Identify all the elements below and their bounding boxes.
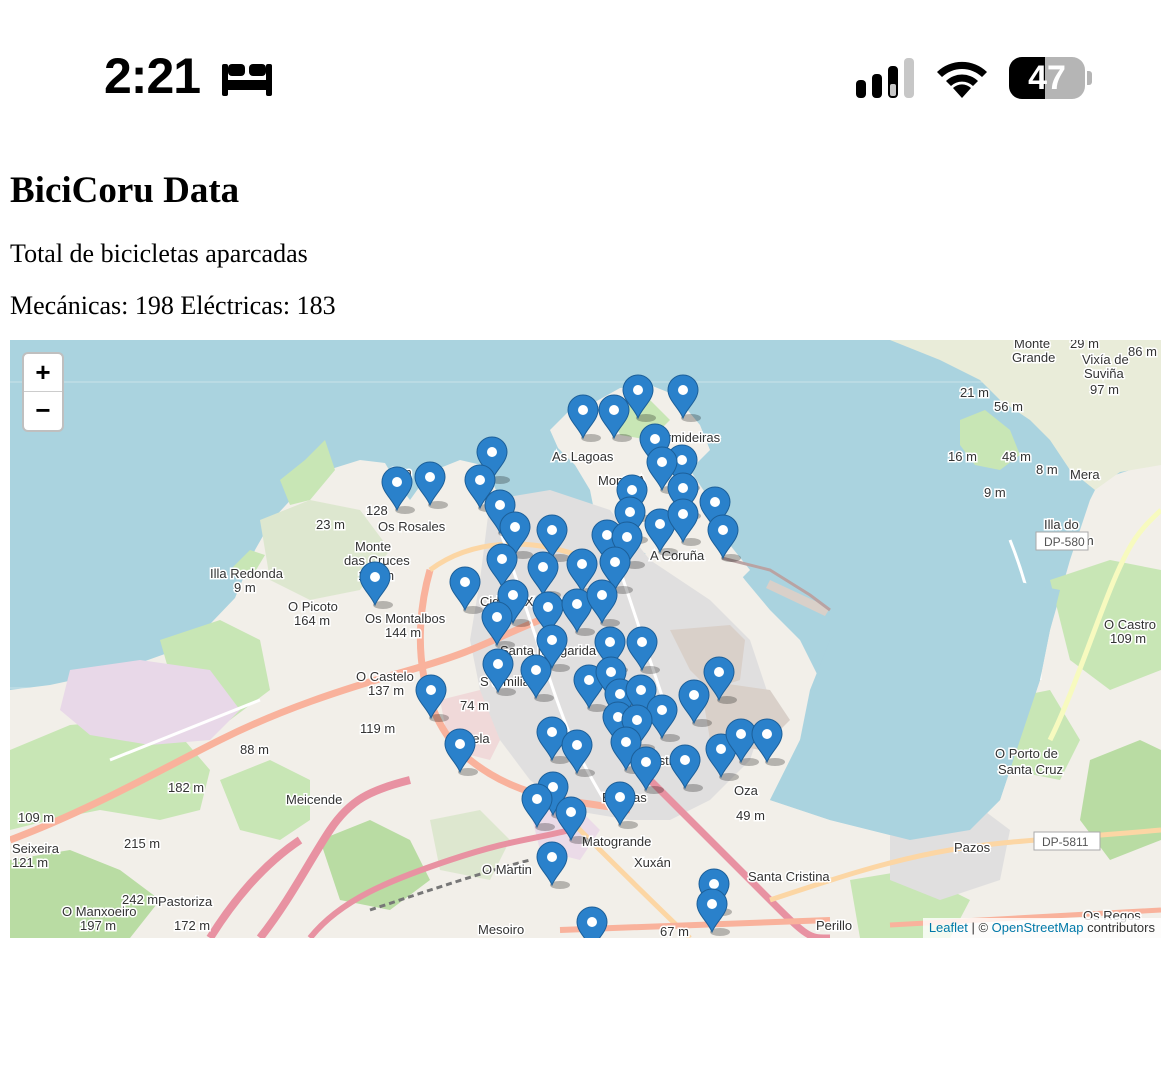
station-marker[interactable] xyxy=(444,728,478,776)
station-marker[interactable] xyxy=(449,566,483,614)
page-title: BiciCoru Data xyxy=(10,170,240,211)
map[interactable]: Durmideiras As Lagoas Monte A Os Rosales… xyxy=(10,340,1161,938)
station-marker[interactable] xyxy=(586,579,620,627)
electric-label: Eléctricas: xyxy=(180,291,291,320)
mechanical-count: 198 xyxy=(134,291,174,320)
station-marker[interactable] xyxy=(381,466,415,514)
station-marker[interactable] xyxy=(667,498,701,546)
osm-link[interactable]: OpenStreetMap xyxy=(992,920,1084,935)
station-marker[interactable] xyxy=(414,461,448,509)
battery-level: 47 xyxy=(1028,59,1066,97)
status-time: 2:21 xyxy=(104,48,201,104)
attribution-suffix: contributors xyxy=(1083,920,1155,935)
station-marker[interactable] xyxy=(482,648,516,696)
station-marker[interactable] xyxy=(536,841,570,889)
subtitle: Total de bicicletas aparcadas xyxy=(10,239,308,268)
station-marker[interactable] xyxy=(415,674,449,722)
station-marker[interactable] xyxy=(707,514,741,562)
station-marker[interactable] xyxy=(481,601,515,649)
station-marker[interactable] xyxy=(667,374,701,422)
zoom-in-button[interactable]: + xyxy=(24,354,62,392)
station-marker[interactable] xyxy=(598,394,632,442)
wifi-icon xyxy=(937,61,987,98)
zoom-control: + − xyxy=(22,352,64,432)
battery-indicator: 47 xyxy=(1009,57,1085,99)
station-marker[interactable] xyxy=(567,394,601,442)
mechanical-label: Mecánicas: xyxy=(10,291,129,320)
station-marker[interactable] xyxy=(630,746,664,794)
station-marker[interactable] xyxy=(561,729,595,777)
station-marker[interactable] xyxy=(604,781,638,829)
leaflet-link[interactable]: Leaflet xyxy=(929,920,968,935)
bed-icon xyxy=(222,64,272,96)
attribution-separator: | © xyxy=(967,920,992,935)
map-attribution: Leaflet | © OpenStreetMap contributors xyxy=(922,918,1161,938)
cellular-signal-icon xyxy=(856,58,914,98)
bike-counts: Mecánicas: 198 Eléctricas: 183 xyxy=(10,290,336,322)
station-marker[interactable] xyxy=(520,654,554,702)
status-bar: 2:21 47 xyxy=(0,0,1170,130)
station-marker[interactable] xyxy=(669,744,703,792)
station-marker[interactable] xyxy=(751,718,785,766)
station-markers[interactable] xyxy=(10,340,1161,938)
station-marker[interactable] xyxy=(555,796,589,844)
station-marker[interactable] xyxy=(576,906,610,938)
battery-cap xyxy=(1087,71,1092,85)
station-marker[interactable] xyxy=(359,561,393,609)
electric-count: 183 xyxy=(296,291,336,320)
zoom-out-button[interactable]: − xyxy=(24,392,62,429)
station-marker[interactable] xyxy=(626,626,660,674)
station-marker[interactable] xyxy=(678,679,712,727)
